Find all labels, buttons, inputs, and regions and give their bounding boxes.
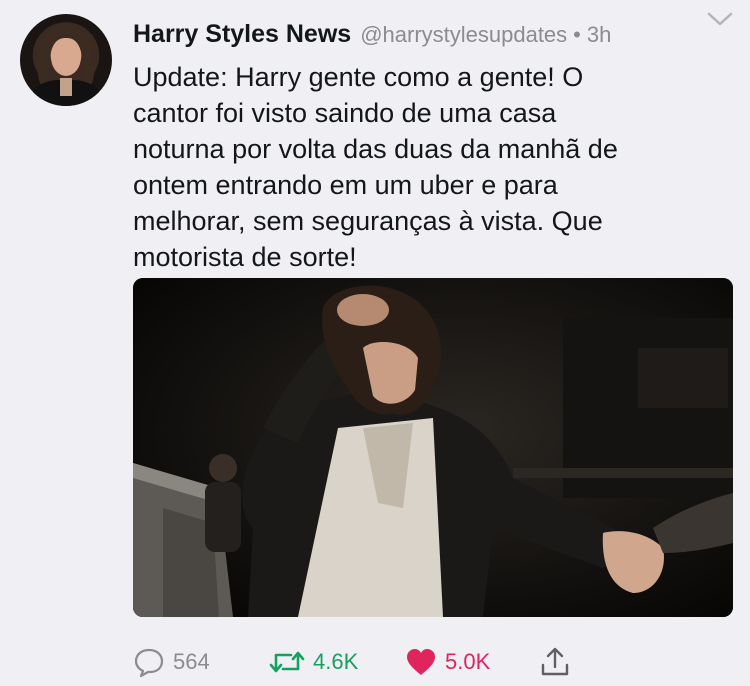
tweet-text: Update: Harry gente como a gente! O cant… <box>133 62 618 272</box>
share-icon <box>541 647 569 676</box>
author-handle[interactable]: @harrystylesupdates <box>360 22 567 48</box>
heart-icon <box>407 649 435 675</box>
tweet-header: Harry Styles News @harrystylesupdates • … <box>133 20 611 54</box>
separator-dot: • <box>573 22 581 47</box>
reply-button[interactable]: 564 <box>133 644 210 680</box>
retweet-icon <box>269 651 305 673</box>
retweet-button[interactable]: 4.6K <box>269 644 358 680</box>
tweet-timestamp[interactable]: 3h <box>587 22 611 48</box>
author-name[interactable]: Harry Styles News <box>133 20 351 49</box>
reply-count: 564 <box>173 649 210 674</box>
like-count: 5.0K <box>445 649 491 674</box>
like-button[interactable]: 5.0K <box>405 644 490 680</box>
reply-icon <box>134 648 164 677</box>
photo-illustration <box>133 278 733 617</box>
avatar[interactable] <box>20 14 112 106</box>
tweet-photo[interactable] <box>133 278 733 617</box>
share-button[interactable] <box>540 644 570 680</box>
tweet-actions: 564 4.6K 5.0K <box>133 644 733 680</box>
retweet-count: 4.6K <box>313 649 359 674</box>
chevron-down-icon[interactable] <box>707 12 733 26</box>
